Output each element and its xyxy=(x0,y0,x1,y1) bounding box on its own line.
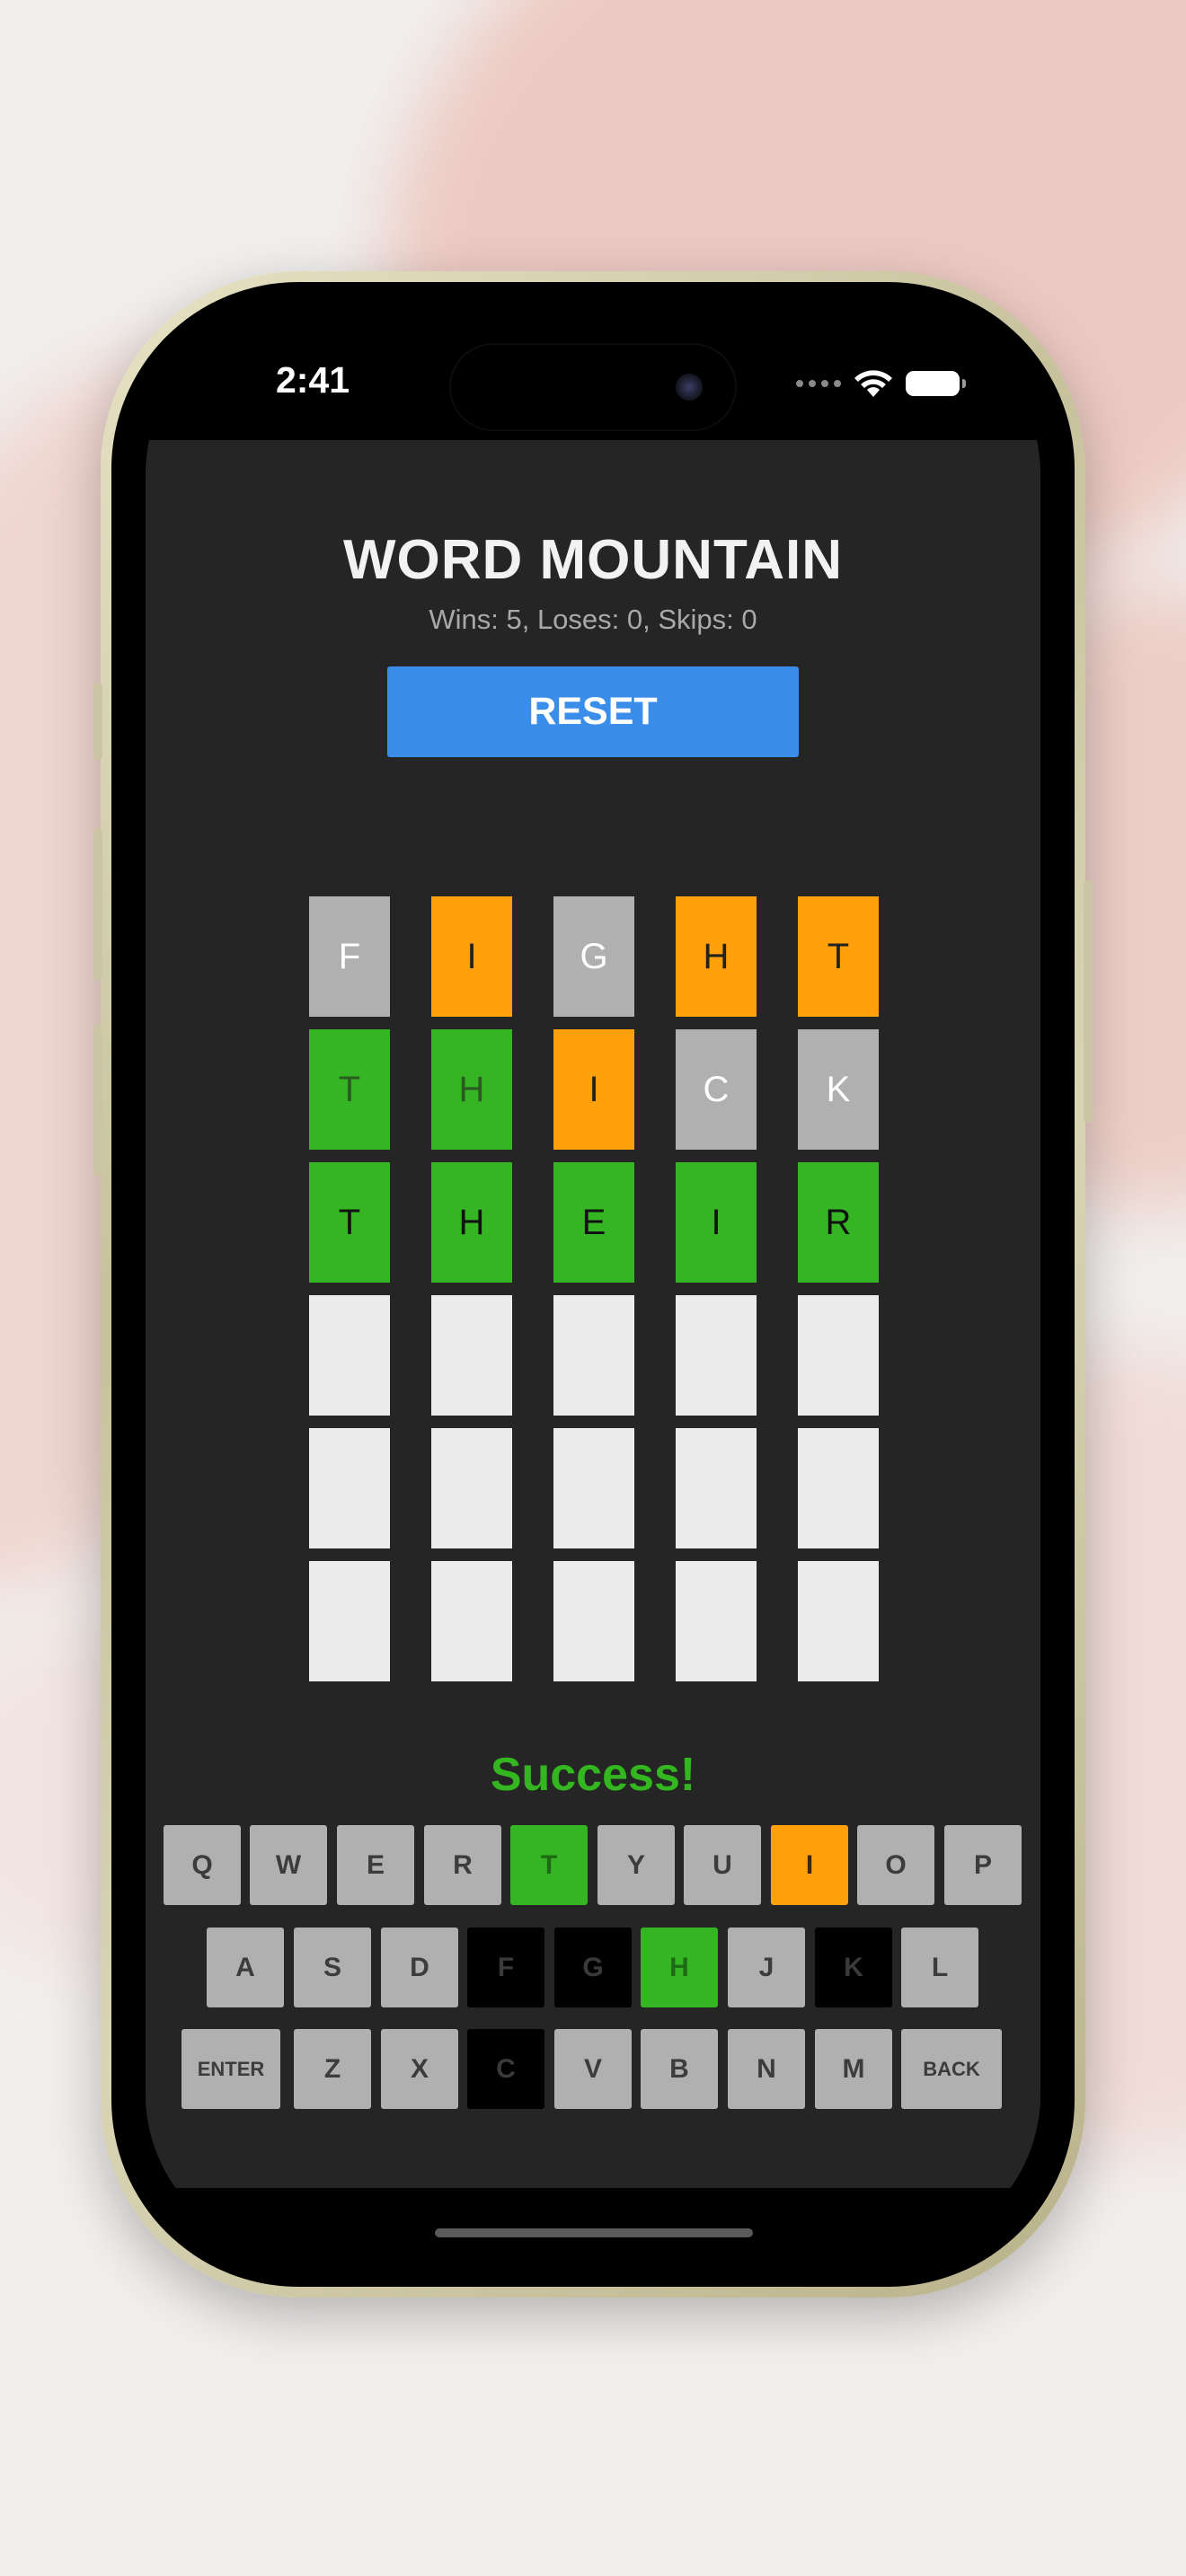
key-enter[interactable]: ENTER xyxy=(181,2029,280,2109)
grid-tile: T xyxy=(798,896,879,1017)
phone-screen: 2:41 WORD MOUNTAIN Wins: 5, Loses: 0, Sk… xyxy=(146,314,1040,2254)
grid-tile: G xyxy=(553,896,634,1017)
key-r[interactable]: R xyxy=(424,1825,501,1905)
key-l[interactable]: L xyxy=(901,1928,978,2007)
grid-tile xyxy=(676,1428,757,1548)
camera-icon xyxy=(676,374,703,401)
key-g[interactable]: G xyxy=(554,1928,632,2007)
key-e[interactable]: E xyxy=(337,1825,414,1905)
grid-tile: H xyxy=(431,1029,512,1150)
grid-tile xyxy=(798,1428,879,1548)
app-content: WORD MOUNTAIN Wins: 5, Loses: 0, Skips: … xyxy=(146,440,1040,2188)
grid-tile xyxy=(309,1295,390,1416)
key-p[interactable]: P xyxy=(944,1825,1022,1905)
key-n[interactable]: N xyxy=(728,2029,805,2109)
grid-tile xyxy=(553,1295,634,1416)
power-button xyxy=(1084,880,1093,1123)
grid-tile xyxy=(431,1428,512,1548)
key-h[interactable]: H xyxy=(641,1928,718,2007)
key-s[interactable]: S xyxy=(294,1928,371,2007)
key-c[interactable]: C xyxy=(467,2029,544,2109)
key-d[interactable]: D xyxy=(381,1928,458,2007)
key-k[interactable]: K xyxy=(815,1928,892,2007)
grid-tile xyxy=(798,1295,879,1416)
grid-tile xyxy=(309,1561,390,1681)
volume-down-button xyxy=(93,1024,102,1177)
key-u[interactable]: U xyxy=(684,1825,761,1905)
grid-tile: F xyxy=(309,896,390,1017)
key-m[interactable]: M xyxy=(815,2029,892,2109)
wifi-icon xyxy=(854,370,892,397)
signal-dots-icon xyxy=(796,380,841,387)
grid-tile xyxy=(431,1561,512,1681)
key-v[interactable]: V xyxy=(554,2029,632,2109)
grid-tile: I xyxy=(431,896,512,1017)
grid-tile xyxy=(553,1561,634,1681)
grid-tile: I xyxy=(676,1162,757,1283)
grid-tile xyxy=(676,1561,757,1681)
grid-tile: K xyxy=(798,1029,879,1150)
key-z[interactable]: Z xyxy=(294,2029,371,2109)
grid-tile: H xyxy=(676,896,757,1017)
grid-tile: C xyxy=(676,1029,757,1150)
grid-tile: T xyxy=(309,1162,390,1283)
status-icons xyxy=(796,368,966,399)
key-b[interactable]: B xyxy=(641,2029,718,2109)
key-t[interactable]: T xyxy=(510,1825,588,1905)
volume-up-button xyxy=(93,828,102,981)
key-i[interactable]: I xyxy=(771,1825,848,1905)
reset-button[interactable]: RESET xyxy=(387,666,799,757)
key-x[interactable]: X xyxy=(381,2029,458,2109)
key-a[interactable]: A xyxy=(207,1928,284,2007)
grid-tile xyxy=(431,1295,512,1416)
grid-tile: I xyxy=(553,1029,634,1150)
key-w[interactable]: W xyxy=(250,1825,327,1905)
key-f[interactable]: F xyxy=(467,1928,544,2007)
grid-tile xyxy=(798,1561,879,1681)
action-button xyxy=(93,683,102,760)
key-y[interactable]: Y xyxy=(597,1825,675,1905)
grid-tile: R xyxy=(798,1162,879,1283)
key-j[interactable]: J xyxy=(728,1928,805,2007)
grid-tile xyxy=(553,1428,634,1548)
stats-text: Wins: 5, Loses: 0, Skips: 0 xyxy=(429,604,757,635)
grid-tile: E xyxy=(553,1162,634,1283)
status-time: 2:41 xyxy=(276,359,350,401)
key-o[interactable]: O xyxy=(857,1825,934,1905)
grid-tile: H xyxy=(431,1162,512,1283)
key-back[interactable]: BACK xyxy=(901,2029,1002,2109)
battery-icon xyxy=(906,371,966,396)
grid-tile xyxy=(676,1295,757,1416)
key-q[interactable]: Q xyxy=(164,1825,241,1905)
status-message: Success! xyxy=(490,1749,696,1801)
grid-tile xyxy=(309,1428,390,1548)
home-indicator[interactable] xyxy=(435,2228,753,2237)
grid-tile: T xyxy=(309,1029,390,1150)
page-title: WORD MOUNTAIN xyxy=(343,529,843,591)
